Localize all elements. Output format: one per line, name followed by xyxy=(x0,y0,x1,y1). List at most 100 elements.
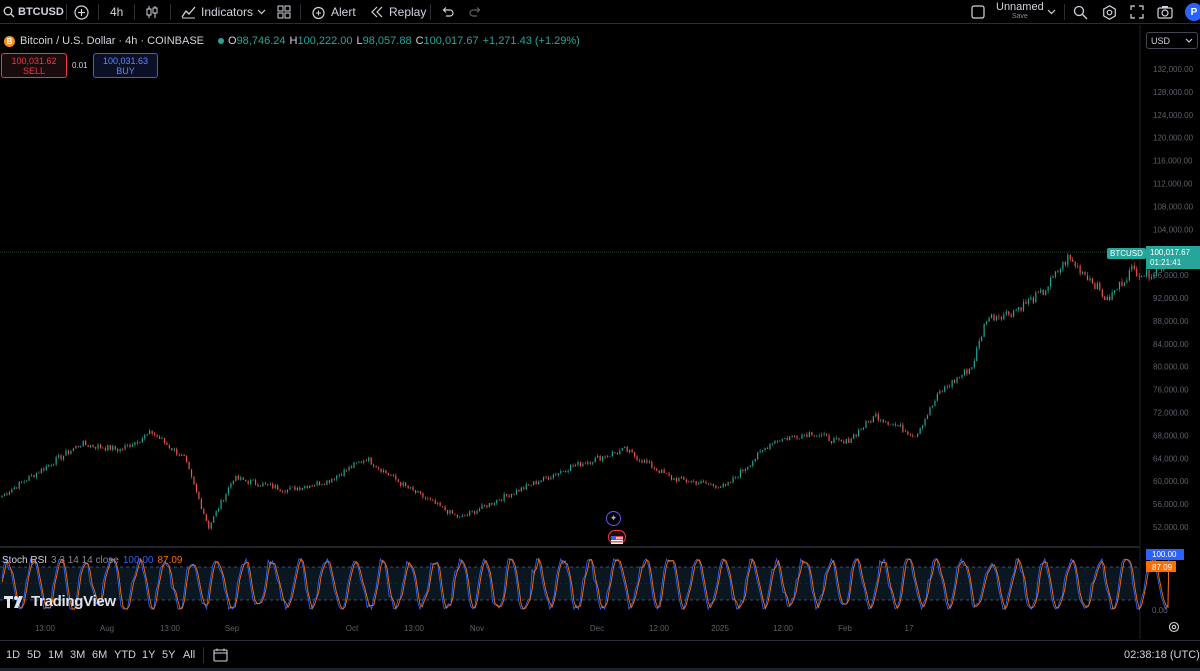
fullscreen-button[interactable] xyxy=(1130,0,1144,24)
range-5d[interactable]: 5D xyxy=(27,641,41,668)
candle-body xyxy=(350,466,353,468)
candle-body xyxy=(520,487,522,492)
candle-body xyxy=(1121,281,1123,286)
layouts-button[interactable] xyxy=(277,0,291,24)
candle-body xyxy=(978,340,980,349)
divider xyxy=(430,4,431,20)
candle-body xyxy=(661,469,663,473)
candle-body xyxy=(757,452,759,460)
chart-area[interactable]: 132,000.00 128,000.00 124,000.00 120,000.00… xyxy=(0,25,1200,639)
k-value: 100.00 xyxy=(122,555,154,566)
spread-value: 0.01 xyxy=(72,61,88,70)
candle-body xyxy=(624,446,626,448)
fullscreen-icon xyxy=(1130,5,1144,19)
sell-button[interactable]: 100,031.62 SELL xyxy=(1,53,67,78)
candle-body xyxy=(646,460,648,463)
open-label: O xyxy=(228,35,237,47)
candle-body xyxy=(341,474,343,476)
tradingview-logo[interactable]: TradingView xyxy=(4,593,116,610)
candle-body xyxy=(629,449,631,453)
candle-body xyxy=(198,491,200,500)
candle-body xyxy=(424,497,426,499)
candle-body xyxy=(966,369,968,374)
candle-body xyxy=(136,442,138,444)
price-axis-label: 108,000.00 xyxy=(1153,202,1194,211)
candle-body xyxy=(156,434,158,437)
candle-body xyxy=(791,435,793,437)
symbol-search[interactable]: BTCUSD xyxy=(3,0,64,24)
candle-body xyxy=(21,481,23,483)
price-axis-label: 96,000.00 xyxy=(1153,271,1189,280)
candle-body xyxy=(77,446,79,448)
profile-button[interactable]: P xyxy=(1185,0,1200,24)
go-to-date-button[interactable] xyxy=(213,641,228,668)
candle-body xyxy=(183,454,185,456)
candle-body xyxy=(789,436,791,440)
candle-body xyxy=(823,433,825,435)
calendar-icon xyxy=(213,648,228,662)
candle-body xyxy=(636,456,638,460)
stoch-rsi-legend[interactable]: Stoch RSI 3 3 14 14 close 100.00 87.09 xyxy=(2,555,182,566)
candle-body xyxy=(727,481,729,486)
layout-name-button[interactable]: Unnamed Save xyxy=(996,0,1044,24)
time-axis-label: 13:00 xyxy=(35,624,56,633)
candle-body xyxy=(705,481,707,484)
candle-body xyxy=(848,438,850,443)
range-1d[interactable]: 1D xyxy=(6,641,20,668)
candle-body xyxy=(776,440,778,442)
us-flag-event-icon[interactable] xyxy=(608,530,626,544)
candle-body xyxy=(23,481,25,483)
candle-body xyxy=(690,481,692,483)
snapshot-button[interactable] xyxy=(1157,0,1173,24)
range-5y[interactable]: 5Y xyxy=(162,641,175,668)
range-1m[interactable]: 1M xyxy=(48,641,63,668)
candle-body xyxy=(141,438,143,443)
candle-body xyxy=(456,514,458,518)
symbol-title[interactable]: Bitcoin / U.S. Dollar · 4h · COINBASE xyxy=(20,35,204,47)
layout-checkbox[interactable] xyxy=(971,0,985,24)
buy-button[interactable]: 100,031.63 BUY xyxy=(93,53,158,78)
compare-button[interactable] xyxy=(74,0,89,24)
candle-body xyxy=(299,487,301,490)
candle-body xyxy=(323,484,326,485)
axis-settings-button[interactable] xyxy=(1168,621,1180,633)
candle-body xyxy=(28,476,30,481)
undo-button[interactable] xyxy=(441,0,454,24)
range-6m[interactable]: 6M xyxy=(92,641,107,668)
range-ytd[interactable]: YTD xyxy=(114,641,136,668)
range-all[interactable]: All xyxy=(183,641,195,668)
utc-clock[interactable]: 02:38:18 (UTC) xyxy=(1124,641,1200,668)
candle-body xyxy=(168,444,170,449)
candle-body xyxy=(215,511,217,517)
replay-button[interactable]: Replay xyxy=(370,0,426,24)
buy-label: BUY xyxy=(116,66,135,76)
redo-button[interactable] xyxy=(469,0,482,24)
candle-body xyxy=(840,439,842,442)
gear-icon xyxy=(1102,4,1117,20)
candle-body xyxy=(1101,289,1103,297)
candle-body xyxy=(889,424,892,426)
symbol-label: BTCUSD xyxy=(18,6,64,18)
candle-body xyxy=(414,490,417,493)
indicators-dropdown[interactable] xyxy=(257,0,266,24)
interval-button[interactable]: 4h xyxy=(110,0,123,24)
settings-button[interactable] xyxy=(1102,0,1117,24)
layout-dropdown[interactable] xyxy=(1047,0,1056,24)
candle-body xyxy=(3,493,6,496)
price-axis-label: 104,000.00 xyxy=(1153,225,1194,234)
indicators-button[interactable]: Indicators xyxy=(181,0,253,24)
range-1y[interactable]: 1Y xyxy=(142,641,155,668)
candle-body xyxy=(953,380,956,383)
star-event-icon[interactable]: ✦ xyxy=(606,511,621,526)
high-label: H xyxy=(289,35,298,47)
chart-type-button[interactable] xyxy=(145,0,159,24)
range-3m[interactable]: 3M xyxy=(70,641,85,668)
candle-body xyxy=(501,500,503,501)
chart-canvas[interactable]: 132,000.00 128,000.00 124,000.00 120,000.00… xyxy=(0,25,1200,639)
currency-select[interactable]: USD xyxy=(1146,32,1198,49)
candle-body xyxy=(887,421,889,425)
alert-button[interactable]: Alert xyxy=(311,0,356,24)
close-value: 100,017.67 xyxy=(423,35,479,47)
quick-search-button[interactable] xyxy=(1073,0,1088,24)
candle-body xyxy=(658,470,660,473)
